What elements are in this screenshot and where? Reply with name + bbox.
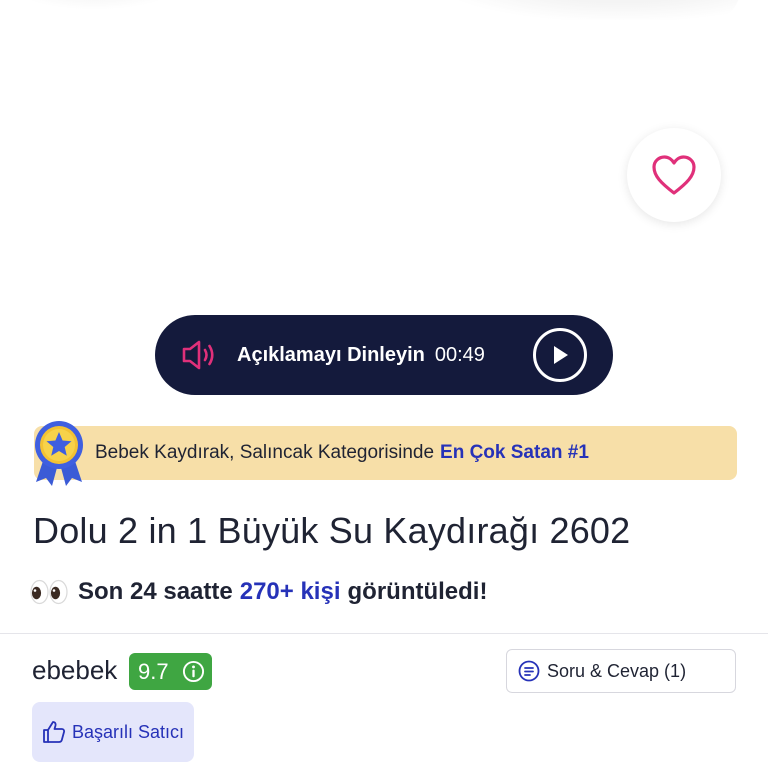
divider (0, 633, 768, 634)
product-title: Dolu 2 in 1 Büyük Su Kaydırağı 2602 (33, 510, 631, 551)
audio-duration: 00:49 (434, 343, 485, 366)
listen-description-button[interactable]: Açıklamayı Dinleyin 00:49 (155, 315, 613, 395)
info-icon (182, 660, 205, 683)
seller-score-badge[interactable]: 9.7 (129, 653, 212, 690)
views-count: 270+ kişi (239, 578, 341, 605)
thumbs-up-icon (43, 721, 66, 743)
recent-views-notice: Son 24 saatte 270+ kişi görüntüledi! (30, 578, 487, 606)
favorite-button[interactable] (627, 128, 721, 222)
speaker-icon (179, 335, 219, 375)
questions-answers-label: Soru & Cevap (1) (547, 660, 687, 681)
seller-name[interactable]: ebebek (32, 655, 117, 686)
views-suffix: görüntüledi! (347, 578, 488, 605)
successful-seller-label: Başarılı Satıcı (72, 721, 185, 742)
play-icon[interactable] (533, 328, 587, 382)
listen-description-label: Açıklamayı Dinleyin (237, 343, 425, 366)
medal-icon (35, 421, 83, 486)
product-image-fragment (440, 0, 740, 20)
bestseller-rank-text: En Çok Satan #1 (440, 442, 589, 463)
eyes-icon (30, 579, 68, 605)
heart-icon (652, 155, 696, 195)
bestseller-banner[interactable]: Bebek Kaydırak, Salıncak Kategorisinde E… (34, 426, 737, 480)
views-prefix: Son 24 saatte (78, 578, 233, 605)
questions-answers-button[interactable]: Soru & Cevap (1) (506, 649, 736, 693)
product-image-fragment (10, 0, 180, 10)
seller-score: 9.7 (138, 658, 169, 684)
chat-icon (518, 660, 540, 682)
bestseller-category-text: Bebek Kaydırak, Salıncak Kategorisinde (95, 442, 435, 463)
successful-seller-badge[interactable]: Başarılı Satıcı (32, 702, 194, 762)
